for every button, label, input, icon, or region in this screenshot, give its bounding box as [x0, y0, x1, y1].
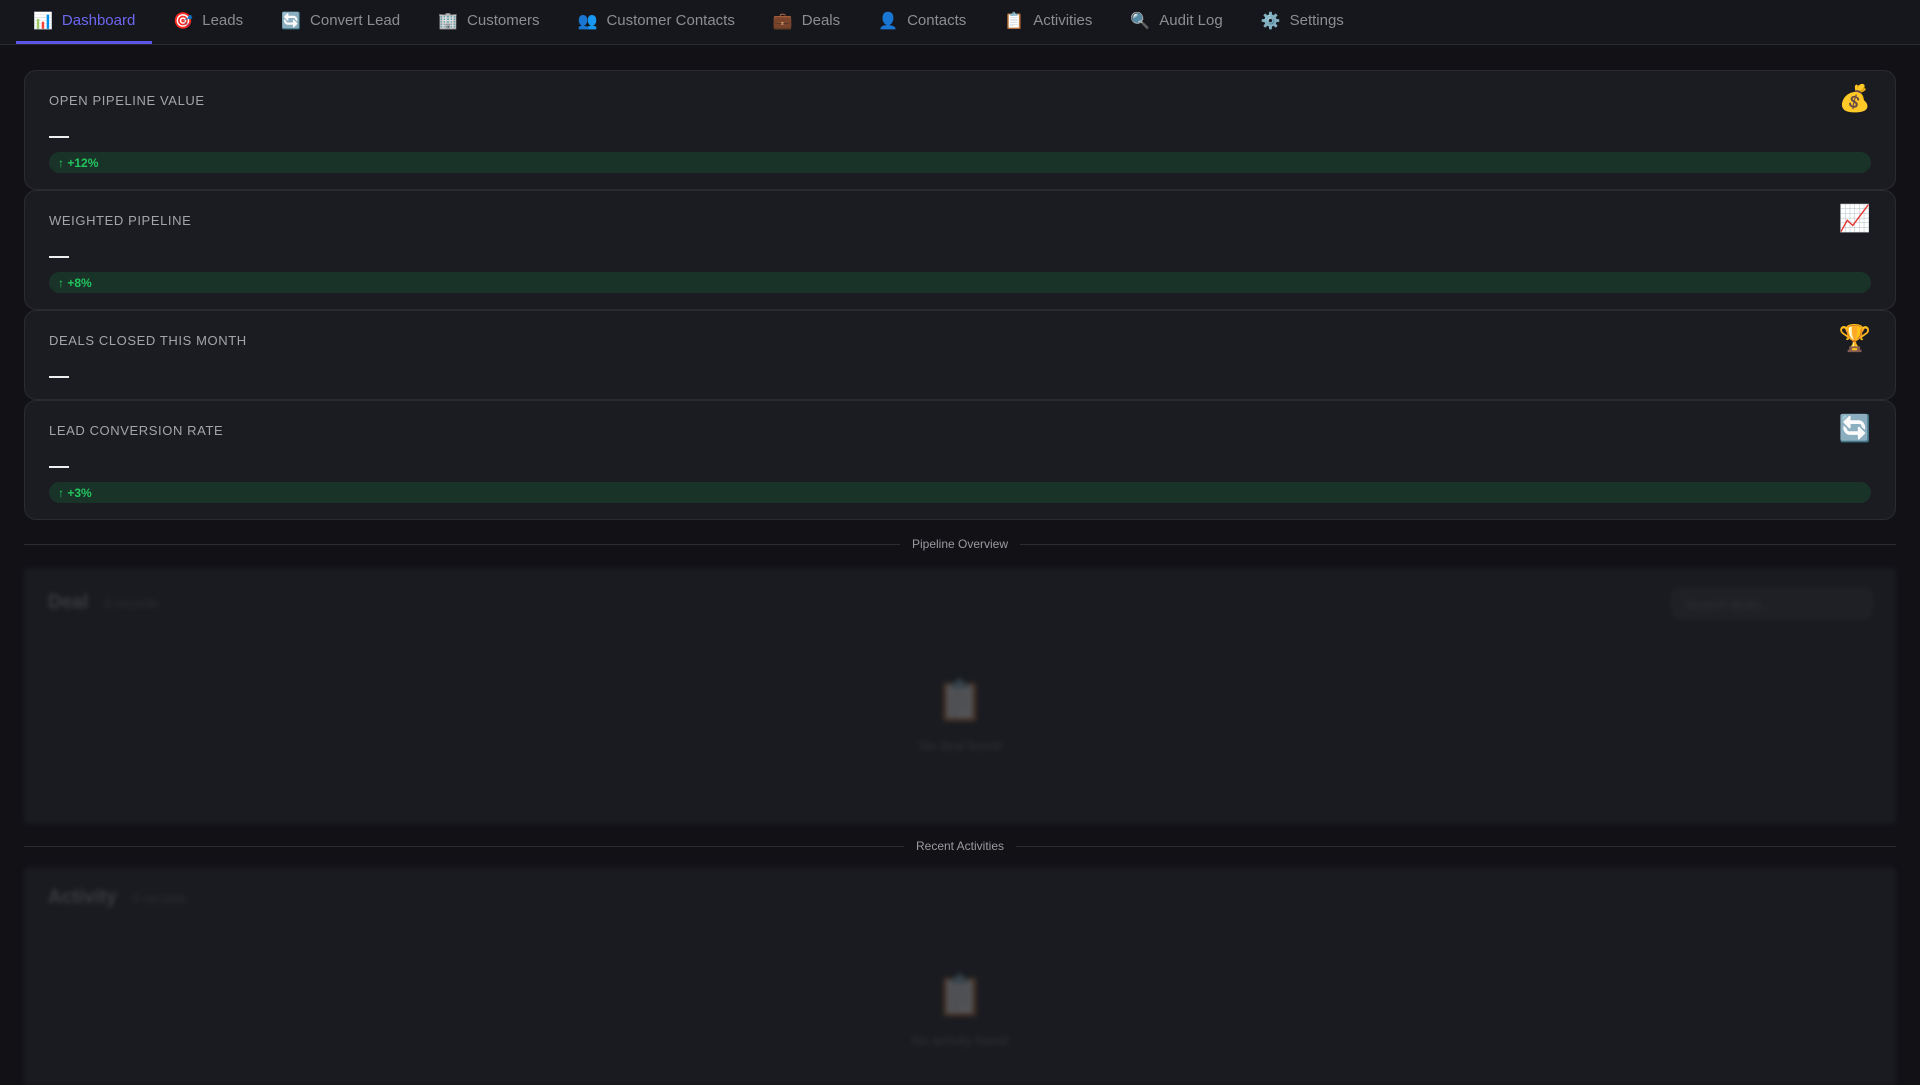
trend-badge: ↑ +12%	[49, 152, 1871, 173]
top-nav: 📊 Dashboard 🎯 Leads 🔄 Convert Lead 🏢 Custome…	[0, 0, 1920, 45]
convert-icon: 🔄	[1838, 413, 1871, 443]
tab-activities[interactable]: 📋 Activities	[987, 0, 1109, 44]
person-icon: 👤	[878, 12, 899, 30]
tab-convert-lead[interactable]: 🔄 Convert Lead	[264, 0, 417, 44]
metric-card-weighted-pipeline: WEIGHTED PIPELINE 📈 ↑ +8%	[24, 190, 1896, 310]
trend-badge: ↑ +8%	[49, 272, 1871, 293]
panel-title: Deal	[48, 592, 89, 613]
clipboard-icon: 📋	[935, 679, 985, 723]
people-icon: 👥	[577, 12, 598, 30]
metric-value-placeholder	[49, 466, 69, 468]
tab-settings[interactable]: ⚙️ Settings	[1244, 0, 1361, 44]
trend-badge: ↑ +3%	[49, 482, 1871, 503]
record-count: 0 records	[132, 890, 187, 906]
metric-label: WEIGHTED PIPELINE	[49, 213, 192, 228]
clipboard-icon: 📋	[935, 974, 985, 1018]
empty-state-text: No activity found	[911, 1033, 1009, 1048]
trophy-icon: 🏆	[1838, 323, 1871, 353]
tab-label: Convert Lead	[310, 12, 401, 29]
chart-icon: 📊	[33, 12, 53, 30]
activity-panel: Activity 0 records 📋 No activity found	[24, 867, 1896, 1085]
metric-label: OPEN PIPELINE VALUE	[49, 93, 205, 108]
search-deals-input[interactable]: Search deals...	[1672, 588, 1872, 618]
tab-label: Settings	[1289, 12, 1344, 29]
tab-deals[interactable]: 💼 Deals	[756, 0, 857, 44]
metric-value-placeholder	[49, 376, 69, 378]
metric-value-placeholder	[49, 256, 69, 258]
tab-customers[interactable]: 🏢 Customers	[421, 0, 556, 44]
record-count: 0 records	[104, 595, 159, 611]
tab-label: Dashboard	[61, 12, 136, 29]
briefcase-icon: 💼	[772, 12, 793, 30]
metric-card-open-pipeline: OPEN PIPELINE VALUE 💰 ↑ +12%	[24, 70, 1896, 190]
tab-leads[interactable]: 🎯 Leads	[156, 0, 260, 44]
target-icon: 🎯	[173, 12, 194, 30]
tab-label: Contacts	[907, 12, 967, 29]
metric-value-placeholder	[49, 136, 69, 138]
tab-audit-log[interactable]: 🔍 Audit Log	[1113, 0, 1239, 44]
metric-label: DEALS CLOSED THIS MONTH	[49, 333, 247, 348]
convert-icon: 🔄	[281, 12, 302, 30]
divider-label: Pipeline Overview	[911, 537, 1009, 551]
chart-up-icon: 📈	[1838, 203, 1871, 233]
tab-label: Deals	[801, 12, 841, 29]
section-divider-activities: Recent Activities	[24, 839, 1897, 853]
divider-label: Recent Activities	[915, 839, 1005, 853]
empty-state-text: No deal found	[919, 738, 1001, 753]
magnifier-icon: 🔍	[1130, 12, 1151, 30]
tab-dashboard[interactable]: 📊 Dashboard	[16, 0, 153, 44]
gear-icon: ⚙️	[1260, 12, 1281, 30]
deal-panel: Deal 0 records Search deals... 📋 No deal…	[24, 568, 1896, 824]
tab-customer-contacts[interactable]: 👥 Customer Contacts	[561, 0, 752, 44]
metric-label: LEAD CONVERSION RATE	[49, 423, 224, 438]
tab-label: Audit Log	[1159, 12, 1223, 29]
tab-label: Leads	[202, 12, 244, 29]
money-bag-icon: 💰	[1838, 83, 1871, 113]
clipboard-icon: 📋	[1004, 12, 1025, 30]
section-divider-pipeline: Pipeline Overview	[24, 537, 1897, 551]
tab-label: Activities	[1033, 12, 1093, 29]
panel-title: Activity	[48, 887, 117, 908]
tab-label: Customer Contacts	[606, 12, 735, 29]
tab-label: Customers	[467, 12, 540, 29]
metric-card-lead-conversion: LEAD CONVERSION RATE 🔄 ↑ +3%	[24, 400, 1896, 520]
building-icon: 🏢	[438, 12, 459, 30]
tab-contacts[interactable]: 👤 Contacts	[861, 0, 983, 44]
metric-card-deals-closed: DEALS CLOSED THIS MONTH 🏆	[24, 310, 1896, 400]
